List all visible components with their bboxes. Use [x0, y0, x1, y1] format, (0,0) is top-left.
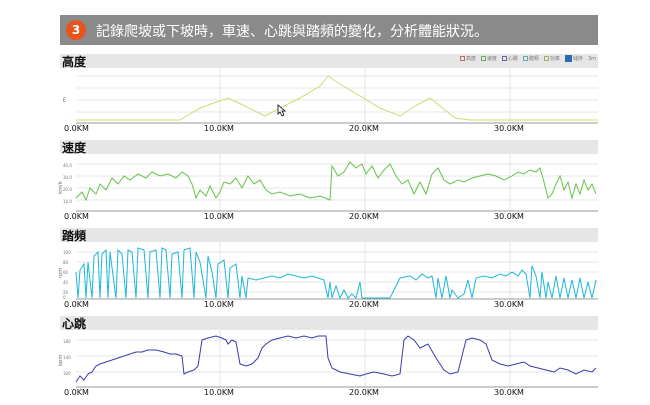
y-tick: 140	[63, 355, 71, 360]
step-number-badge: 3	[66, 20, 86, 40]
speed-chart[interactable]: 40.0 30.0 20.0 10.0 km/h	[58, 154, 598, 212]
cadence-svg: 100 80 60 40 20 0	[63, 242, 598, 300]
checkbox-icon	[501, 56, 507, 61]
legend: 高度 速度 心跳 踏頻 功率 儲存 3m	[459, 55, 596, 62]
grid	[76, 330, 598, 388]
y-tick: 40.0	[63, 163, 72, 168]
x-tick: 20.0KM	[349, 388, 379, 397]
speed-panel: 速度 40.0 30.0 20.0 10.0 km/h 0.0KM 10.0KM…	[58, 140, 598, 224]
y-axis-unit: bpm	[58, 354, 64, 366]
y-tick: 30.0	[63, 175, 72, 180]
checkbox-icon	[543, 56, 549, 61]
checkbox-icon	[522, 56, 528, 61]
x-tick: 0.0KM	[64, 300, 89, 309]
legend-item-power[interactable]: 功率	[543, 55, 560, 62]
grid	[76, 154, 598, 212]
heart-rate-svg: 180 140 100	[63, 330, 598, 388]
x-tick: 30.0KM	[494, 300, 524, 309]
x-tick: 10.0KM	[204, 212, 234, 221]
x-tick: 0.0KM	[64, 212, 89, 221]
checkbox-icon	[480, 56, 486, 61]
save-icon	[564, 55, 572, 62]
title-banner: 3 記錄爬坡或下坡時，車速、心跳與踏頻的變化，分析體能狀況。	[60, 15, 598, 45]
altitude-chart[interactable]: m	[60, 68, 598, 124]
y-tick: 100	[63, 250, 71, 255]
x-tick: 20.0KM	[349, 124, 379, 133]
x-tick: 30.0KM	[494, 124, 524, 133]
x-tick: 10.0KM	[204, 388, 234, 397]
heart-rate-line	[75, 335, 597, 383]
panel-header: 速度	[60, 140, 598, 155]
altitude-svg	[76, 68, 598, 124]
altitude-panel: 高度 高度 速度 心跳 踏頻 功率 儲存 3m m 0.0KM 10.0KM 2…	[60, 54, 598, 134]
heart-rate-panel: 心跳 180 140 100 bpm 0.0KM 10.0KM 20.0KM 3…	[58, 316, 598, 400]
grid	[76, 68, 598, 124]
y-tick: 20.0	[63, 187, 72, 192]
legend-item-heart-rate[interactable]: 心跳	[501, 55, 518, 62]
cadence-line	[75, 247, 597, 300]
y-axis-unit: km/h	[58, 181, 64, 194]
x-tick: 10.0KM	[204, 124, 234, 133]
time-range-label: 3m	[587, 55, 596, 62]
y-tick: 10.0	[63, 199, 72, 204]
panel-header: 心跳	[60, 316, 598, 331]
mouse-cursor-icon	[277, 104, 287, 117]
legend-item-cadence[interactable]: 踏頻	[522, 55, 539, 62]
x-tick: 20.0KM	[349, 212, 379, 221]
x-tick: 0.0KM	[64, 124, 89, 133]
legend-item-altitude[interactable]: 高度	[459, 55, 476, 62]
heart-rate-chart[interactable]: 180 140 100 bpm	[58, 330, 598, 388]
x-tick: 10.0KM	[204, 300, 234, 309]
cadence-panel: 踏頻 100 80 60 40 20 0 rpm 0.0KM 10.0KM 20…	[58, 228, 598, 312]
x-tick: 20.0KM	[349, 300, 379, 309]
save-button[interactable]: 儲存	[564, 55, 583, 62]
banner-title: 記錄爬坡或下坡時，車速、心跳與踏頻的變化，分析體能狀況。	[96, 24, 488, 40]
speed-svg: 40.0 30.0 20.0 10.0	[63, 154, 598, 212]
altitude-line	[76, 75, 598, 121]
x-tick: 30.0KM	[494, 388, 524, 397]
y-tick: 100	[63, 371, 71, 376]
legend-item-speed[interactable]: 速度	[480, 55, 497, 62]
x-tick: 30.0KM	[494, 212, 524, 221]
y-tick: 80	[63, 260, 69, 265]
y-tick: 180	[63, 339, 71, 344]
y-axis-unit: m	[62, 97, 68, 102]
panel-header: 踏頻	[60, 228, 598, 243]
cadence-chart[interactable]: 100 80 60 40 20 0 rpm	[58, 242, 598, 300]
x-tick: 0.0KM	[64, 388, 89, 397]
y-axis-unit: rpm	[58, 267, 64, 278]
speed-line	[75, 161, 597, 202]
checkbox-icon	[459, 56, 465, 61]
y-tick: 40	[63, 280, 69, 285]
panel-header: 高度 高度 速度 心跳 踏頻 功率 儲存 3m	[60, 54, 598, 69]
